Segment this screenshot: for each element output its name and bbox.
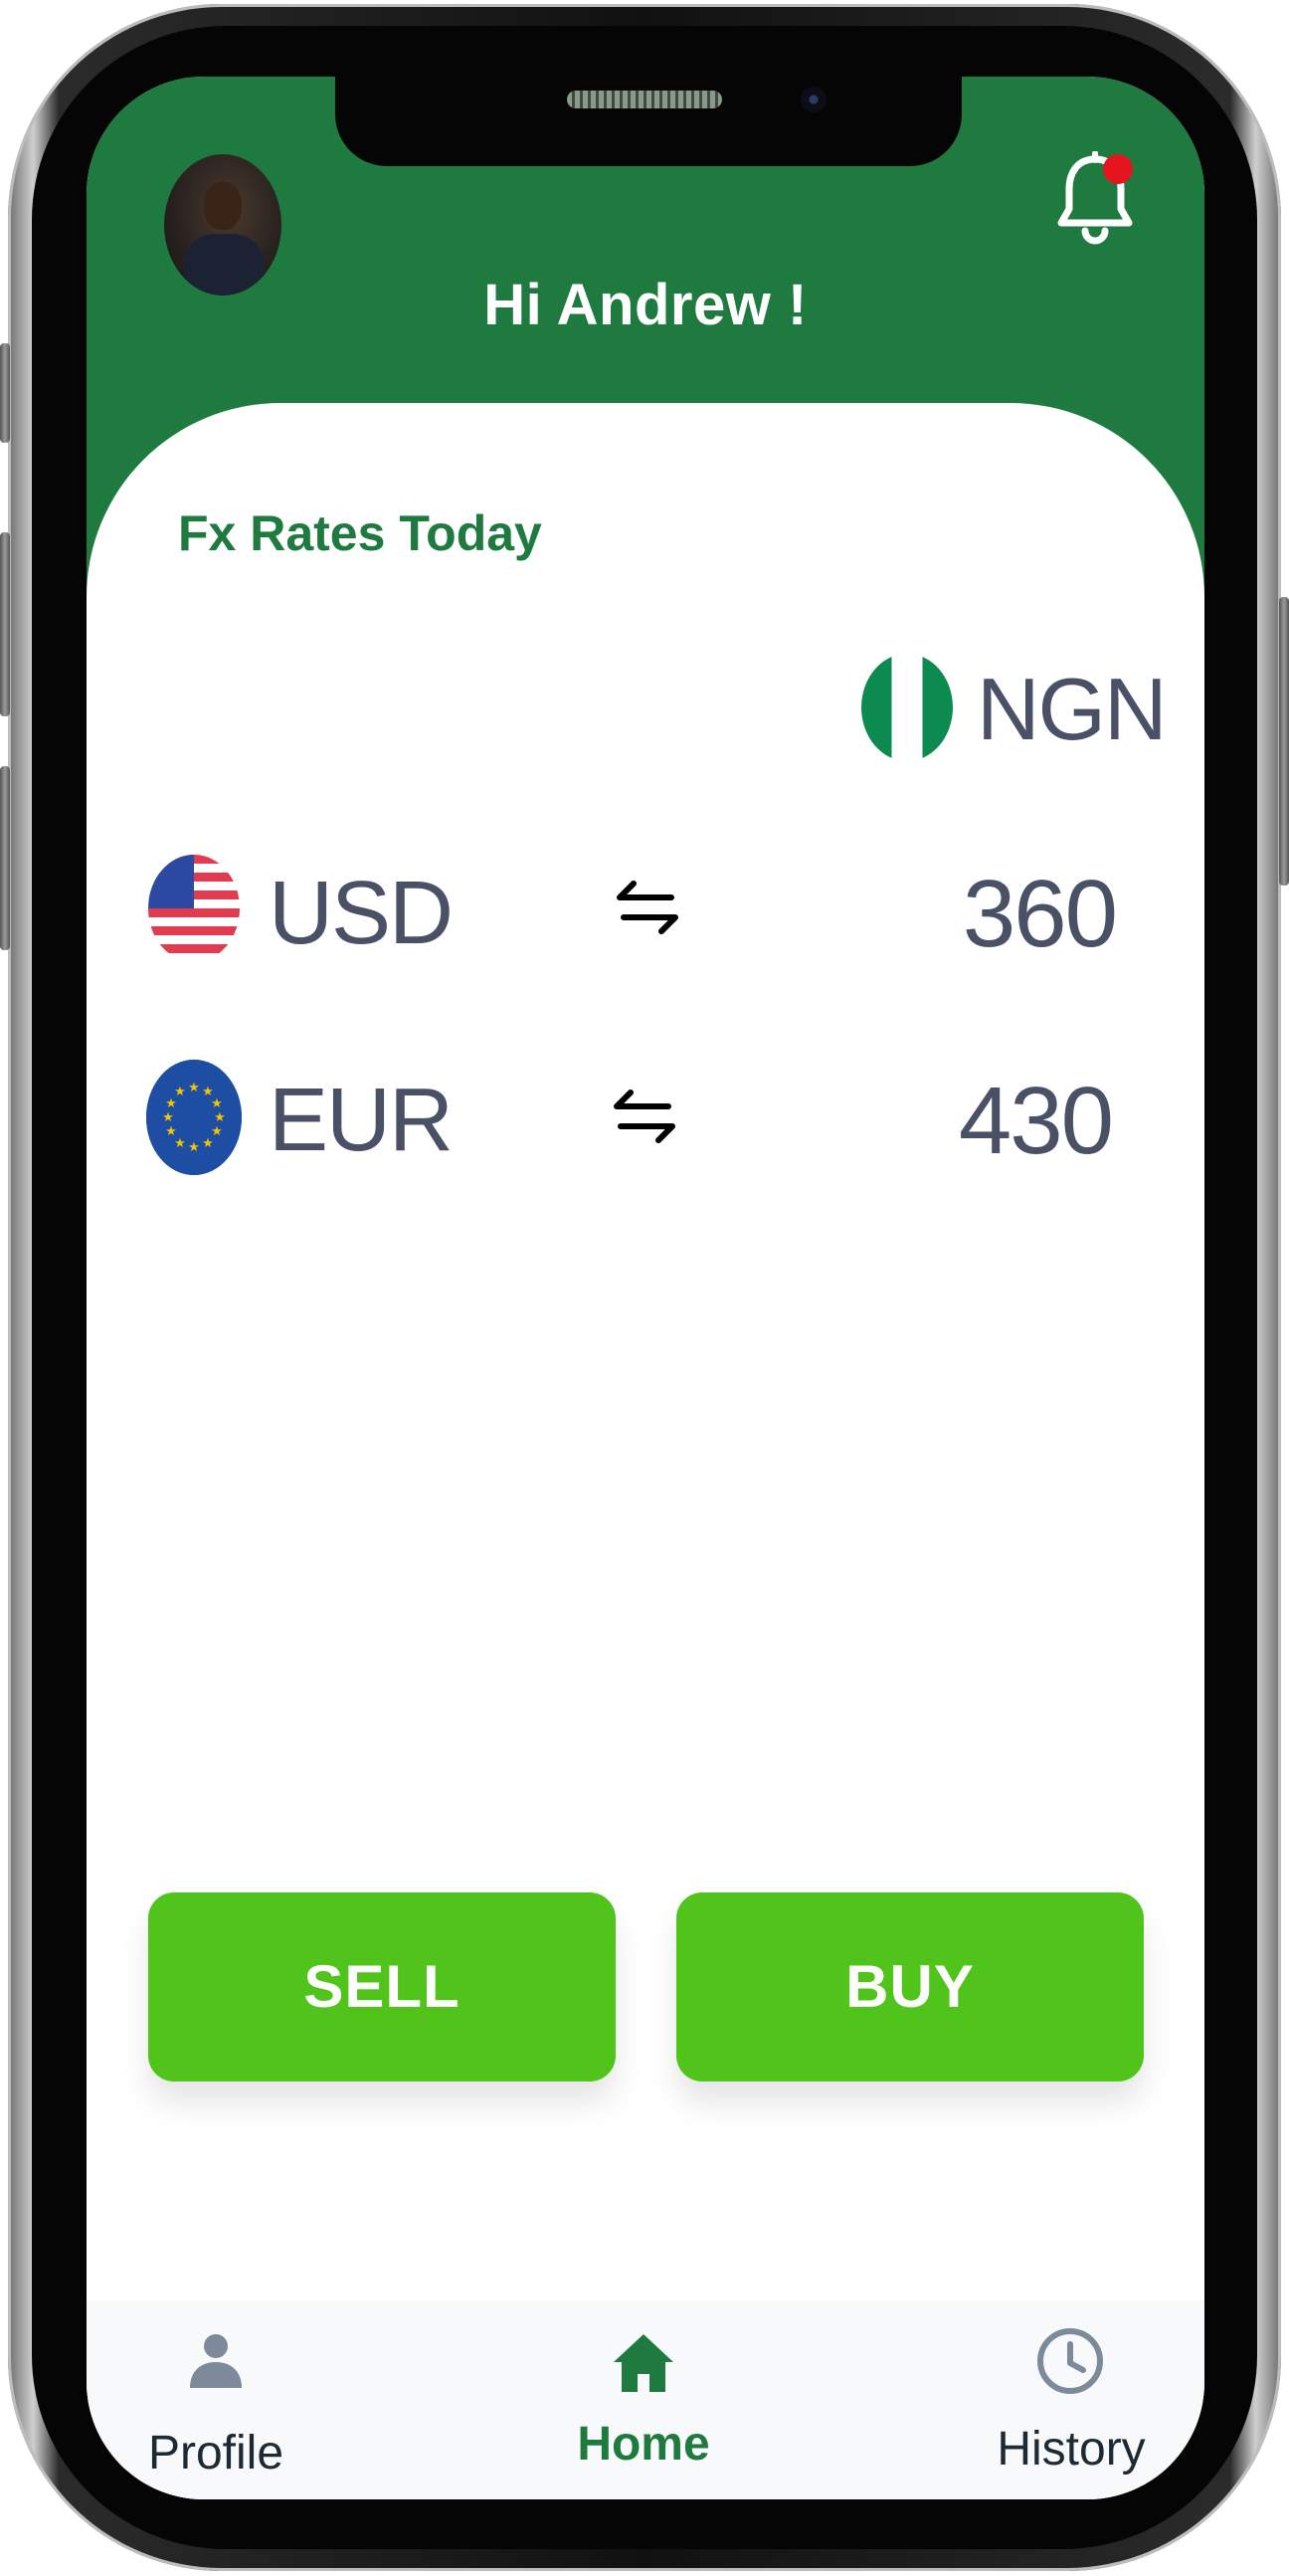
currency-code-usd: USD [269,864,454,963]
nav-item-profile[interactable]: Profile [136,2300,295,2499]
home-icon [614,2334,673,2392]
volume-up-button [0,532,10,716]
us-flag-canton [148,855,194,908]
greeting-title: Hi Andrew ! [483,273,808,337]
rate-value-usd: 360 [962,861,1118,967]
svg-text:★: ★ [165,1124,177,1139]
svg-text:★: ★ [202,1136,214,1151]
speaker-grille [567,91,722,108]
avatar-face [204,182,242,230]
front-camera [801,87,827,112]
nigeria-flag-icon [861,654,953,761]
nav-label-profile: Profile [147,2427,284,2479]
svg-text:★: ★ [174,1085,186,1099]
svg-text:★: ★ [188,1081,200,1095]
power-button [1279,597,1289,886]
svg-text:★: ★ [214,1110,226,1125]
nav-item-history[interactable]: History [982,2300,1161,2499]
nav-item-home[interactable]: Home [554,2300,733,2499]
svg-text:★: ★ [162,1110,174,1125]
nav-label-history: History [997,2423,1146,2476]
user-icon [190,2334,242,2388]
notification-badge [1103,154,1133,184]
svg-text:★: ★ [211,1096,223,1111]
app-screen: Hi Andrew ! Fx Rates Today NGN USD 360 ★… [87,77,1204,2499]
volume-down-button [0,766,10,950]
swap-arrows-icon[interactable] [612,878,683,937]
nav-label-home: Home [577,2418,710,2471]
clock-icon [1037,2328,1103,2394]
swap-arrows-icon[interactable] [609,1087,680,1146]
section-title: Fx Rates Today [178,505,542,561]
bottom-nav: Profile Home History [87,2300,1204,2499]
rate-value-eur: 430 [958,1068,1114,1174]
buy-button[interactable]: BUY [676,1892,1144,2081]
eu-flag-icon: ★ ★ ★ ★ ★ ★ ★ ★ ★ ★ ★ ★ [146,1060,242,1175]
sell-button[interactable]: SELL [148,1892,616,2081]
notch [335,77,962,166]
mute-switch [0,343,10,443]
us-flag-icon [148,855,240,962]
svg-text:★: ★ [188,1140,200,1155]
base-currency-label: NGN [977,660,1168,758]
currency-code-eur: EUR [269,1071,454,1170]
